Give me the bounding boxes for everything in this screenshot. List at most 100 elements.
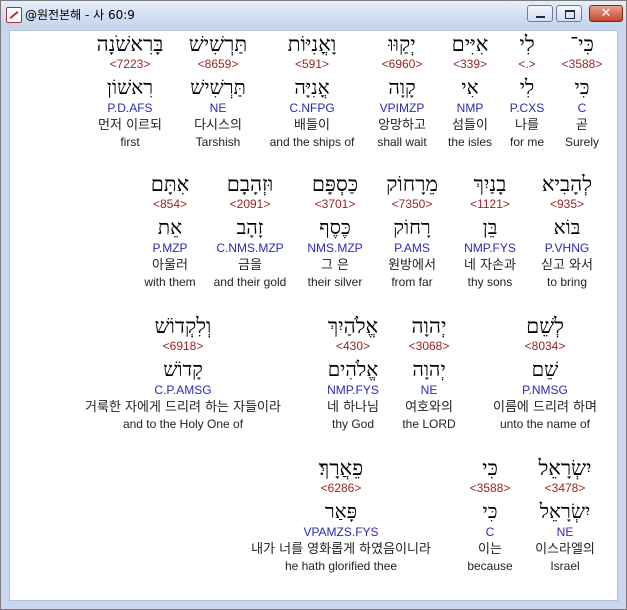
title-bar[interactable]: @원전본해 - 사 60:9 ✕ [1, 1, 626, 28]
word-cell[interactable]: יְהוָה <3068> יְהוָה NE 여호와의 the LORD [396, 313, 462, 432]
close-icon: ✕ [600, 6, 612, 21]
morphology-code: VPIMZP [379, 101, 425, 115]
hebrew-word: יְהוָה [411, 314, 447, 338]
morphology-code: P.AMS [394, 241, 430, 255]
strongs-number: <.> [518, 57, 536, 71]
english-gloss: he hath glorified thee [284, 559, 398, 573]
word-cell[interactable]: לְשֵׁם <8034> שֵׁם P.NMSG 이름에 드리려 하며 unt… [482, 313, 608, 432]
hebrew-word: בָנַיִךְ [473, 172, 507, 196]
word-cell[interactable]: פֵאֲרָךְ׃ <6286> פָּאַר VPAMZS.FYS 내가 너를… [232, 455, 450, 574]
morphology-code: P.VHNG [544, 241, 590, 255]
app-window: @원전본해 - 사 60:9 ✕ כִּי־ <3588> כִּי C 곧 S… [0, 0, 627, 610]
hebrew-lemma: רָחוֹק [393, 215, 431, 239]
hebrew-lemma: כִּי [574, 75, 590, 99]
korean-gloss: 네 하나님 [327, 400, 379, 415]
english-gloss: Tarshish [195, 135, 241, 149]
app-icon[interactable] [6, 7, 22, 23]
strongs-number: <3701> [314, 197, 356, 211]
hebrew-word: יְקַוּוּ [388, 32, 416, 56]
hebrew-word: בָּרִאשֹׁנָה [96, 32, 164, 56]
verse-analysis-pane: כִּי־ <3588> כִּי C 곧 Surely לִי <.> לִי… [9, 30, 618, 601]
english-gloss: first [120, 135, 140, 149]
english-gloss: and to the Holy One of [122, 417, 244, 431]
korean-gloss: 먼저 이르되 [98, 118, 162, 133]
morphology-code: P.NMSG [522, 383, 568, 397]
hebrew-lemma: תַּרְשִׁישׁ [190, 75, 246, 99]
hebrew-lemma: כִּי [482, 499, 498, 523]
minimize-button[interactable] [527, 5, 553, 22]
word-cell[interactable]: אֱלֹהַיִךְ <430> אֱלֹהִים NMP.FYS 네 하나님 … [314, 313, 392, 432]
strongs-number: <854> [152, 197, 188, 211]
hebrew-word: וּזְהָבָם [226, 172, 274, 196]
word-cell[interactable]: בָנַיִךְ <1121> בֵּן NMP.FYS 네 자손과 thy s… [454, 171, 526, 290]
korean-gloss: 여호와의 [405, 400, 453, 415]
morphology-code: NE [209, 101, 227, 115]
strongs-number: <8034> [524, 339, 566, 353]
english-gloss: their silver [307, 275, 363, 289]
hebrew-word: מֵרָחוֹק [386, 172, 438, 196]
word-cell[interactable]: אִתָּם <854> אֵת P.MZP 아울러 with them [138, 171, 202, 290]
word-cell[interactable]: לִי <.> לִי P.CXS 나를 for me [503, 31, 551, 150]
hebrew-word: יִשְׂרָאֵל [538, 456, 592, 480]
strongs-number: <6918> [162, 339, 204, 353]
morphology-code: C.NMS.MZP [216, 241, 284, 255]
strongs-number: <8659> [197, 57, 239, 71]
english-gloss: thy sons [467, 275, 513, 289]
maximize-button[interactable] [556, 5, 582, 22]
korean-gloss: 아울러 [152, 258, 188, 273]
hebrew-word: אִתָּם [150, 172, 190, 196]
english-gloss: from far [391, 275, 433, 289]
morphology-code: C.P.AMSG [154, 383, 212, 397]
word-cell[interactable]: כִּי <3588> כִּי C 이는 because [462, 455, 518, 574]
strongs-number: <7350> [391, 197, 433, 211]
morphology-code: P.CXS [509, 101, 545, 115]
morphology-code: NE [420, 383, 438, 397]
korean-gloss: 섬들이 [452, 118, 488, 133]
word-cell[interactable]: אִיִּים <339> אִי NMP 섬들이 the isles [441, 31, 499, 150]
morphology-code: NMP [456, 101, 484, 115]
hebrew-lemma: אֱלֹהִים [327, 357, 379, 381]
korean-gloss: 나를 [515, 118, 539, 133]
word-cell[interactable]: לְהָבִיא <935> בּוֹא P.VHNG 싣고 와서 to bri… [531, 171, 603, 290]
word-cell[interactable]: כִּי־ <3588> כִּי C 곧 Surely [556, 31, 608, 150]
word-cell[interactable]: תַּרְשִׁישׁ <8659> תַּרְשִׁישׁ NE 다시스의 T… [180, 31, 256, 150]
morphology-code: C.NFPG [289, 101, 335, 115]
word-cell[interactable]: יִשְׂרָאֵל <3478> יִשְׂרָאֵל NE 이스라엘의 Is… [528, 455, 602, 574]
close-button[interactable]: ✕ [589, 5, 623, 22]
morphology-code: C [577, 101, 587, 115]
hebrew-word: לְשֵׁם [526, 314, 564, 338]
word-cell[interactable]: כַּסְפָּם <3701> כֶּסֶף NMS.MZP 그 은 thei… [299, 171, 371, 290]
hebrew-lemma: אֵת [157, 215, 183, 239]
hebrew-word: פֵאֲרָךְ׃ [318, 456, 364, 480]
strongs-number: <7223> [109, 57, 151, 71]
english-gloss: the isles [447, 135, 493, 149]
korean-gloss: 곧 [576, 118, 588, 133]
hebrew-lemma: יִשְׂרָאֵל [539, 499, 591, 523]
word-cell[interactable]: מֵרָחוֹק <7350> רָחוֹק P.AMS 원방에서 from f… [377, 171, 447, 290]
english-gloss: and their gold [213, 275, 287, 289]
korean-gloss: 이는 [478, 542, 502, 557]
english-gloss: thy God [331, 417, 375, 431]
strongs-number: <3588> [561, 57, 603, 71]
korean-gloss: 싣고 와서 [541, 258, 593, 273]
hebrew-lemma: רִאשׁוֹן [106, 75, 154, 99]
word-cell[interactable]: יְקַוּוּ <6960> קָוָה VPIMZP 앙망하고 shall … [368, 31, 436, 150]
hebrew-lemma: פָּאַר [324, 499, 358, 523]
strongs-number: <935> [549, 197, 585, 211]
strongs-number: <1121> [470, 197, 510, 211]
word-cell[interactable]: וְלִקְדוֹשׁ <6918> קָדוֹשׁ C.P.AMSG 거룩한 … [58, 313, 308, 432]
hebrew-lemma: לִי [519, 75, 535, 99]
word-cell[interactable]: וּזְהָבָם <2091> זָהָב C.NMS.MZP 금을 and … [206, 171, 294, 290]
english-gloss: for me [509, 135, 544, 149]
morphology-code: P.MZP [152, 241, 188, 255]
hebrew-word: וָאֳנִיּוֹת [287, 32, 337, 56]
word-cell[interactable]: בָּרִאשֹׁנָה <7223> רִאשׁוֹן P.D.AFS 먼저 … [86, 31, 174, 150]
hebrew-word: לִי [519, 32, 535, 56]
morphology-code: NMS.MZP [307, 241, 363, 255]
hebrew-word: כִּי־ [570, 32, 594, 56]
korean-gloss: 원방에서 [388, 258, 436, 273]
morphology-code: C [485, 525, 495, 539]
korean-gloss: 네 자손과 [464, 258, 516, 273]
word-cell[interactable]: וָאֳנִיּוֹת <591> אֳנִיָּה C.NFPG 배들이 an… [262, 31, 362, 150]
korean-gloss: 그 은 [320, 258, 350, 273]
